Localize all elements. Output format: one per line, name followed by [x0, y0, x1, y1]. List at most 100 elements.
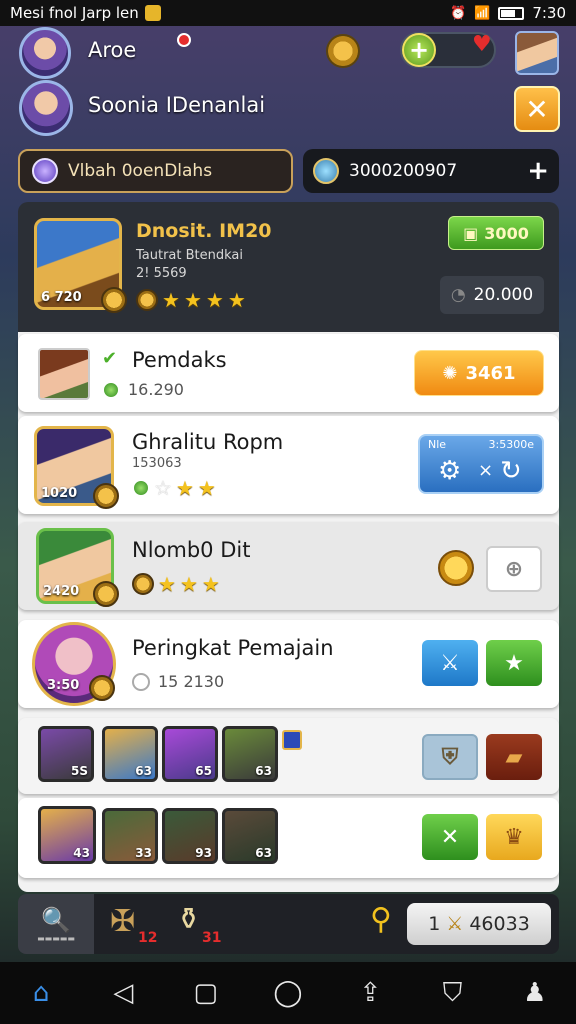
plus-icon[interactable]: + [402, 33, 436, 67]
swap-icon: × [478, 460, 494, 481]
gear-icon: ⚙ [438, 456, 462, 486]
sun-icon: ✺ [442, 362, 458, 384]
status-bar: Mesi fnol Jarp len ⏰ 📶 7:30 [0, 0, 576, 26]
close-icon: ✕ [440, 824, 460, 850]
team-row[interactable]: 5S 63 65 63 ⛨ ▰ [18, 718, 559, 794]
wifi-icon: 📶 [474, 5, 491, 21]
silver-coin-icon [132, 672, 150, 691]
star-icon: ★ [201, 572, 220, 596]
row-upgrade-panel[interactable]: Nle 3:5300e ⚙ × ↻ [418, 434, 544, 494]
hero-level: 63 [135, 764, 152, 778]
row-secondary-button[interactable]: ⊕ [486, 546, 542, 592]
close-icon: ✕ [525, 92, 549, 126]
thumb-label: 3:50 [47, 678, 80, 693]
featured-dark-button[interactable]: ◔ 20.000 [440, 276, 544, 314]
heart-icon[interactable]: ♥ [472, 32, 492, 57]
item2-count: 31 [202, 930, 222, 946]
coin-icon [101, 287, 127, 313]
key-icon[interactable]: ⚲ [370, 902, 392, 937]
search-icon: 🔍 [41, 905, 71, 934]
add-button[interactable]: + [527, 156, 549, 186]
star-icon: ★ [162, 288, 180, 312]
clock: 7:30 [532, 4, 566, 22]
team-hero-tile[interactable]: 63 [222, 808, 278, 864]
hero-level: 33 [135, 846, 152, 860]
row-action-button[interactable]: ✺ 3461 [414, 350, 544, 396]
featured-subvalue: 2! 5569 [136, 266, 187, 281]
star-icon: ★ [158, 572, 176, 596]
card-icon: ▰ [505, 744, 523, 770]
team-hero-tile[interactable]: 63 [222, 726, 278, 782]
user-icon[interactable]: ♟ [515, 978, 555, 1008]
player1-name: Aroe [88, 38, 137, 62]
row-name: Peringkat Pemajain [132, 636, 334, 660]
app-badge-icon [144, 5, 161, 21]
search-caption: ▬▬▬▬▬ [37, 933, 75, 943]
power-icon[interactable]: ◯ [268, 978, 308, 1008]
potion-icon [313, 158, 339, 184]
profile-avatar[interactable] [515, 31, 559, 75]
hero-portrait: 2420 [36, 528, 119, 607]
featured-hero-thumb[interactable]: 6 720 [34, 218, 127, 313]
row-value: 15 2130 [132, 672, 224, 691]
clock-icon: ◔ [450, 285, 466, 305]
back-icon[interactable]: ◁ [103, 978, 143, 1008]
sword-icon: ⚔ [440, 650, 460, 676]
trophy-icon: ♛ [504, 824, 524, 850]
attack-button[interactable]: ⚔ [422, 640, 478, 686]
guild-coin-icon[interactable] [326, 34, 360, 68]
team-hero-tile[interactable]: 5S [38, 726, 94, 782]
list-panel: ✔ Pemdaks 16.290 ✺ 3461 1020 Ghralitu Ro… [18, 332, 559, 892]
tab-right[interactable]: 3000200907 + [303, 149, 559, 193]
thumb-label: 1020 [41, 486, 78, 501]
edit-icon[interactable] [282, 730, 302, 750]
team-hero-tile[interactable]: 93 [162, 808, 218, 864]
panel-left-label: Nle [428, 438, 447, 451]
home-icon[interactable]: ⌂ [21, 978, 61, 1008]
tab-left[interactable]: Vlbah 0oenDlahs [18, 149, 293, 193]
team-info-button[interactable]: ⛨ [422, 734, 478, 780]
coin-icon [89, 675, 115, 701]
scroll-icon[interactable]: ⚱ [176, 902, 201, 937]
badge-icon[interactable] [438, 550, 474, 586]
chest-icon: ▣ [463, 223, 479, 243]
list-item[interactable]: 3:50 Peringkat Pemajain 15 2130 ⚔ ★ [18, 620, 559, 708]
hero-level: 63 [255, 846, 272, 860]
team-hero-tile[interactable]: 33 [102, 808, 158, 864]
joystick-icon: ⊕ [504, 556, 524, 582]
gem-icon [132, 479, 150, 497]
player2-avatar[interactable] [19, 80, 73, 136]
hero-level: 65 [195, 764, 212, 778]
list-item[interactable]: 2420 Nlomb0 Dit ★ ★ ★ ⊕ [18, 522, 559, 610]
share-icon[interactable]: ⇪ [350, 978, 390, 1008]
featured-green-button[interactable]: ▣ 3000 [448, 216, 544, 250]
team-card-button[interactable]: ▰ [486, 734, 542, 780]
score-display[interactable]: 1 ⚔ 46033 [407, 903, 551, 945]
dark-button-label: 20.000 [473, 285, 534, 305]
favorite-button[interactable]: ★ [486, 640, 542, 686]
search-button[interactable]: 🔍 ▬▬▬▬▬ [18, 894, 94, 954]
star-icon: ★ [197, 476, 216, 500]
close-button[interactable]: ✕ [514, 86, 560, 132]
edit-icon[interactable]: ▢ [186, 978, 226, 1008]
player1-avatar[interactable] [19, 27, 71, 79]
team-remove-button[interactable]: ✕ [422, 814, 478, 860]
team-hero-tile[interactable]: 43 [38, 806, 96, 864]
item1-count: 12 [138, 930, 158, 946]
helmet-icon: ⛨ [441, 744, 459, 770]
list-item[interactable]: ✔ Pemdaks 16.290 ✺ 3461 [18, 334, 559, 412]
thumb-label: 2420 [43, 584, 80, 599]
team-hero-tile[interactable]: 63 [102, 726, 158, 782]
rank-coin-icon [136, 289, 158, 311]
bookmark-icon[interactable]: ⛉ [433, 978, 473, 1009]
team-boost-button[interactable]: ♛ [486, 814, 542, 860]
team-row[interactable]: 43 33 93 63 ✕ ♛ [18, 798, 559, 878]
row-value: 16.290 [102, 380, 184, 399]
row-value-text: 15 2130 [158, 672, 225, 691]
row-action-label: 3461 [465, 362, 516, 384]
list-item[interactable]: 1020 Ghralitu Ropm 153063 ☆ ★ ★ Nle 3:53… [18, 416, 559, 514]
team-hero-tile[interactable]: 65 [162, 726, 218, 782]
row-name: Pemdaks [132, 348, 227, 372]
refresh-icon: ↻ [500, 456, 522, 486]
crossed-swords-icon[interactable]: ✠ [110, 904, 135, 939]
